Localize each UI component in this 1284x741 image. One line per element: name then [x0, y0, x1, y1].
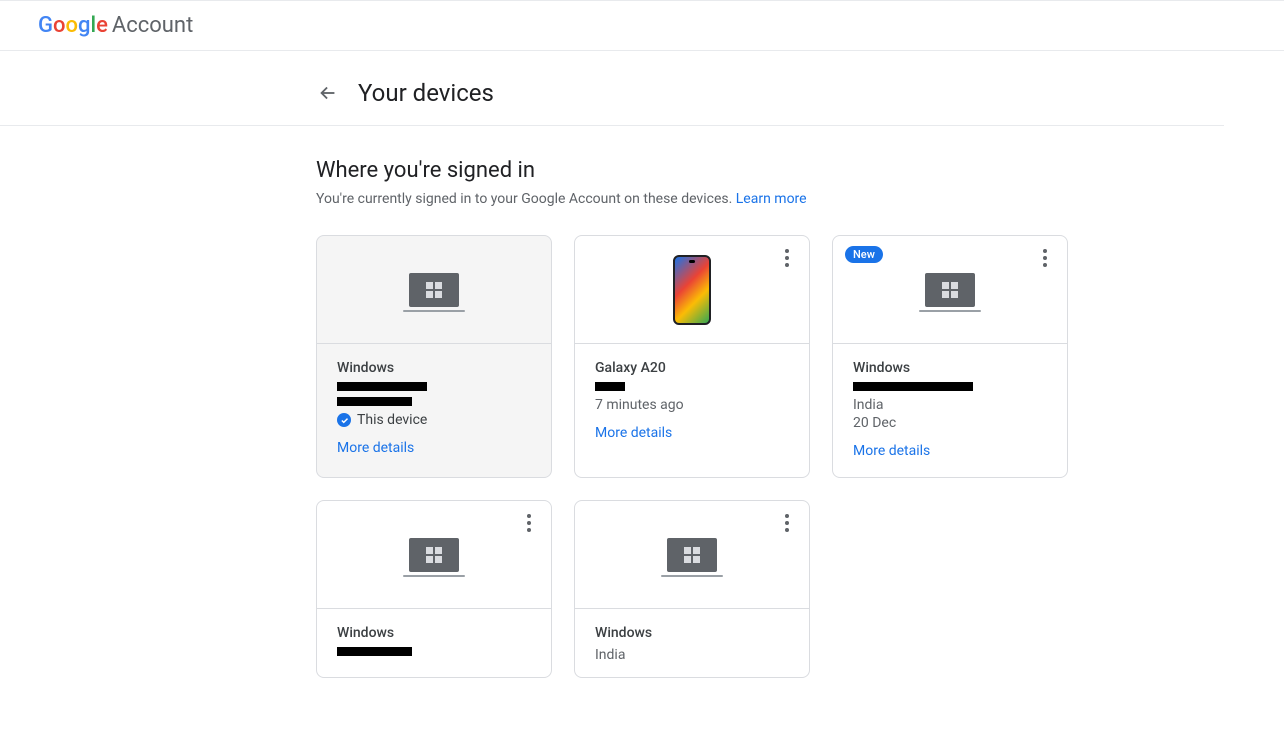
device-card[interactable]: Windows India — [574, 500, 810, 678]
page-title: Your devices — [358, 79, 494, 107]
learn-more-link[interactable]: Learn more — [736, 191, 807, 207]
content-area: Where you're signed in You're currently … — [0, 126, 1284, 678]
redacted-text — [337, 397, 412, 406]
device-card-body: Windows — [317, 609, 551, 678]
redacted-text — [853, 382, 973, 391]
device-card-body: Windows This device More details — [317, 344, 551, 474]
device-info-line: 20 Dec — [853, 415, 1047, 431]
device-thumbnail — [317, 236, 551, 344]
section-title: Where you're signed in — [316, 158, 1224, 183]
brand-account-label: Account — [112, 13, 193, 38]
this-device-label: This device — [357, 412, 427, 428]
laptop-icon — [409, 273, 459, 307]
section-subtitle-text: You're currently signed in to your Googl… — [316, 191, 736, 207]
more-details-link[interactable]: More details — [853, 443, 1047, 459]
device-card-body: Galaxy A20 7 minutes ago More details — [575, 344, 809, 459]
device-card-body: Windows India 20 Dec More details — [833, 344, 1067, 477]
device-card[interactable]: New Windows India 20 Dec More details — [832, 235, 1068, 478]
device-thumbnail: New — [833, 236, 1067, 344]
device-name: Windows — [853, 360, 1047, 376]
more-details-link[interactable]: More details — [337, 440, 531, 456]
section-subtitle: You're currently signed in to your Googl… — [316, 191, 1224, 207]
laptop-icon — [667, 538, 717, 572]
phone-icon — [673, 255, 711, 325]
check-icon — [337, 413, 351, 427]
device-thumbnail — [575, 501, 809, 609]
device-name: Galaxy A20 — [595, 360, 789, 376]
device-thumbnail — [575, 236, 809, 344]
device-thumbnail — [317, 501, 551, 609]
kebab-menu-icon[interactable] — [777, 513, 797, 533]
devices-grid: Windows This device More details Galaxy … — [316, 235, 1224, 678]
device-info-line: India — [595, 647, 789, 663]
page-header: Your devices — [0, 51, 1224, 126]
device-name: Windows — [595, 625, 789, 641]
google-account-logo[interactable]: Google Account — [38, 13, 193, 38]
kebab-menu-icon[interactable] — [1035, 248, 1055, 268]
new-badge: New — [845, 246, 883, 263]
kebab-menu-icon[interactable] — [519, 513, 539, 533]
device-card[interactable]: Windows This device More details — [316, 235, 552, 478]
device-card-body: Windows India — [575, 609, 809, 678]
device-card[interactable]: Windows — [316, 500, 552, 678]
back-arrow-icon[interactable] — [316, 81, 340, 105]
kebab-menu-icon[interactable] — [777, 248, 797, 268]
redacted-text — [337, 382, 427, 391]
device-name: Windows — [337, 625, 531, 641]
redacted-text — [595, 382, 625, 391]
device-info-line: 7 minutes ago — [595, 397, 789, 413]
redacted-text — [337, 647, 412, 656]
device-name: Windows — [337, 360, 531, 376]
this-device-indicator: This device — [337, 412, 531, 428]
more-details-link[interactable]: More details — [595, 425, 789, 441]
topbar: Google Account — [0, 0, 1284, 51]
laptop-icon — [409, 538, 459, 572]
device-card[interactable]: Galaxy A20 7 minutes ago More details — [574, 235, 810, 478]
laptop-icon — [925, 273, 975, 307]
device-info-line: India — [853, 397, 1047, 413]
